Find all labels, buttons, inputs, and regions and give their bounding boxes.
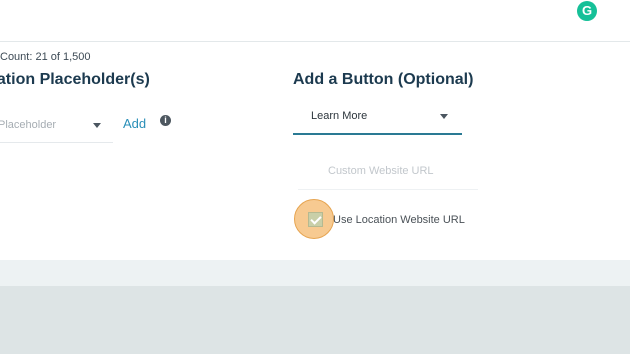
- character-count: Count: 21 of 1,500: [0, 51, 91, 63]
- location-placeholder-select[interactable]: Placeholder: [0, 108, 113, 143]
- use-location-website-checkbox[interactable]: [308, 212, 323, 227]
- button-type-select[interactable]: Learn More: [293, 101, 462, 135]
- button-type-value: Learn More: [311, 110, 368, 122]
- grammarly-g-icon[interactable]: G: [577, 1, 597, 21]
- footer-area: [0, 286, 630, 354]
- caret-down-icon: [93, 123, 101, 128]
- panel-bottom-strip: [0, 260, 630, 286]
- checkmark-icon: [310, 213, 322, 225]
- top-bar: G: [0, 0, 630, 42]
- location-placeholder-text: Placeholder: [0, 119, 57, 131]
- custom-website-url-placeholder: Custom Website URL: [328, 165, 434, 177]
- location-placeholder-title: cation Placeholder(s): [0, 71, 150, 88]
- add-button-title: Add a Button (Optional): [293, 71, 474, 88]
- add-placeholder-link[interactable]: Add: [123, 116, 146, 131]
- use-location-website-label[interactable]: Use Location Website URL: [333, 214, 465, 226]
- custom-website-url-input[interactable]: Custom Website URL: [298, 156, 478, 190]
- caret-down-icon: [440, 114, 448, 119]
- info-icon[interactable]: i: [160, 115, 171, 126]
